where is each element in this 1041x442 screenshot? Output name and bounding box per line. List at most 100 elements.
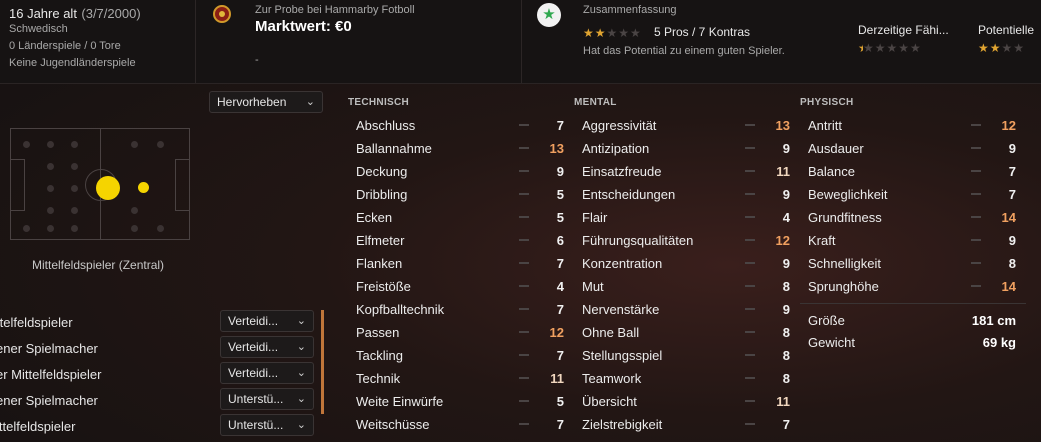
attribute-value: 9	[782, 256, 790, 271]
attribute-row[interactable]: Kopfballtechnik 7	[356, 298, 576, 321]
role-row[interactable]: ener Spielmacher Verteidi... ⌄	[0, 336, 320, 358]
attribute-row[interactable]: Flanken 7	[356, 252, 576, 275]
attribute-row[interactable]: Dribbling 5	[356, 183, 576, 206]
attribute-value: 6	[556, 233, 564, 248]
attribute-row[interactable]: Abschluss 7	[356, 114, 576, 137]
attribute-value: 12	[549, 325, 564, 340]
current-ability-label: Derzeitige Fähi...	[858, 23, 949, 37]
attribute-trend-icon	[745, 193, 755, 195]
attribute-name: Tackling	[356, 348, 403, 363]
attribute-value: 7	[556, 256, 564, 271]
height-value: 181 cm	[971, 313, 1016, 328]
attribute-trend-icon	[519, 170, 529, 172]
attribute-name: Ecken	[356, 210, 393, 225]
duty-dropdown[interactable]: Verteidi... ⌄	[220, 362, 314, 384]
weight-value: 69 kg	[982, 335, 1016, 350]
attribute-row[interactable]: Führungsqualitäten 12	[582, 229, 802, 252]
attribute-row[interactable]: Technik 11	[356, 367, 576, 390]
attribute-row[interactable]: Ausdauer 9	[808, 137, 1028, 160]
attribute-row[interactable]: Passen 12	[356, 321, 576, 344]
attribute-value: 11	[776, 164, 790, 179]
attribute-trend-icon	[745, 331, 755, 333]
attribute-trend-icon	[519, 193, 529, 195]
highlight-dropdown[interactable]: Hervorheben ⌄	[209, 91, 323, 113]
attribute-value: 9	[782, 141, 790, 156]
potential-ability-label: Potentielle	[978, 23, 1035, 37]
attribute-row[interactable]: Beweglichkeit 7	[808, 183, 1028, 206]
attribute-row[interactable]: Übersicht 11	[582, 390, 802, 413]
attribute-row[interactable]: Nervenstärke 9	[582, 298, 802, 321]
roles-scrollbar[interactable]	[321, 310, 324, 414]
age-line: 16 Jahre alt (3/7/2000)	[9, 5, 141, 23]
attribute-trend-icon	[971, 147, 981, 149]
pros-cons[interactable]: 5 Pros / 7 Kontras	[654, 25, 750, 39]
attribute-row[interactable]: Elfmeter 6	[356, 229, 576, 252]
attribute-row[interactable]: Schnelligkeit 8	[808, 252, 1028, 275]
attribute-name: Deckung	[356, 164, 408, 179]
attribute-value: 11	[550, 371, 564, 386]
attribute-value: 5	[556, 210, 564, 225]
attribute-row[interactable]: Balance 7	[808, 160, 1028, 183]
attribute-trend-icon	[745, 308, 755, 310]
attribute-row[interactable]: Kraft 9	[808, 229, 1028, 252]
attribute-trend-icon	[745, 400, 755, 402]
attribute-row[interactable]: Stellungsspiel 8	[582, 344, 802, 367]
attribute-name: Teamwork	[582, 371, 642, 386]
duty-dropdown[interactable]: Verteidi... ⌄	[220, 336, 314, 358]
attribute-row[interactable]: Sprunghöhe 14	[808, 275, 1028, 298]
attribute-trend-icon	[745, 377, 755, 379]
attribute-value: 13	[549, 141, 564, 156]
attribute-trend-icon	[519, 285, 529, 287]
club-status: Zur Probe bei Hammarby Fotboll	[255, 4, 415, 16]
role-row[interactable]: er Mittelfeldspieler Verteidi... ⌄	[0, 362, 320, 384]
attribute-row[interactable]: Zielstrebigkeit 7	[582, 413, 802, 436]
duty-dropdown[interactable]: Unterstü... ⌄	[220, 388, 314, 410]
attribute-name: Kopfballtechnik	[356, 302, 445, 317]
attribute-row[interactable]: Ecken 5	[356, 206, 576, 229]
attribute-name: Dribbling	[356, 187, 408, 202]
attribute-row[interactable]: Mut 8	[582, 275, 802, 298]
attribute-row[interactable]: Konzentration 9	[582, 252, 802, 275]
role-row[interactable]: ener Spielmacher Unterstü... ⌄	[0, 388, 320, 410]
attribute-row[interactable]: Einsatzfreude 11	[582, 160, 802, 183]
duty-dropdown[interactable]: Unterstü... ⌄	[220, 414, 314, 436]
attribute-name: Mut	[582, 279, 604, 294]
attribute-row[interactable]: Ballannahme 13	[356, 137, 576, 160]
attribute-row[interactable]: Flair 4	[582, 206, 802, 229]
attribute-row[interactable]: Freistöße 4	[356, 275, 576, 298]
chevron-down-icon: ⌄	[296, 341, 306, 353]
attribute-row[interactable]: Tackling 7	[356, 344, 576, 367]
attribute-row[interactable]: Deckung 9	[356, 160, 576, 183]
summary-title: Zusammenfassung	[583, 4, 677, 16]
position-pitch	[10, 128, 190, 240]
attribute-value: 8	[1008, 256, 1016, 271]
attribute-row[interactable]: Grundfitness 14	[808, 206, 1028, 229]
chevron-down-icon: ⌄	[296, 367, 306, 379]
attribute-row[interactable]: Aggressivität 13	[582, 114, 802, 137]
attribute-trend-icon	[519, 308, 529, 310]
attribute-trend-icon	[971, 239, 981, 241]
chevron-down-icon: ⌄	[296, 393, 306, 405]
duty-label: Verteidi...	[228, 340, 279, 354]
attribute-row[interactable]: Antritt 12	[808, 114, 1028, 137]
role-row[interactable]: ittelfeldspieler Unterstü... ⌄	[0, 414, 320, 436]
divider	[800, 303, 1026, 304]
attribute-row[interactable]: Weite Einwürfe 5	[356, 390, 576, 413]
role-row[interactable]: ttelfeldspieler Verteidi... ⌄	[0, 310, 320, 332]
attribute-value: 9	[556, 164, 564, 179]
duty-dropdown[interactable]: Verteidi... ⌄	[220, 310, 314, 332]
attribute-row[interactable]: Entscheidungen 9	[582, 183, 802, 206]
position-label: Mittelfeldspieler (Zentral)	[32, 258, 165, 272]
attribute-row[interactable]: Teamwork 8	[582, 367, 802, 390]
height-row: Größe 181 cm	[808, 310, 1016, 332]
attribute-name: Ballannahme	[356, 141, 432, 156]
attribute-trend-icon	[971, 285, 981, 287]
attribute-row[interactable]: Antizipation 9	[582, 137, 802, 160]
attribute-trend-icon	[745, 285, 755, 287]
club-badge-icon[interactable]	[213, 5, 231, 23]
attribute-row[interactable]: Ohne Ball 8	[582, 321, 802, 344]
attribute-name: Übersicht	[582, 394, 637, 409]
attribute-trend-icon	[745, 262, 755, 264]
attribute-name: Flair	[582, 210, 608, 225]
attribute-row[interactable]: Weitschüsse 7	[356, 413, 576, 436]
